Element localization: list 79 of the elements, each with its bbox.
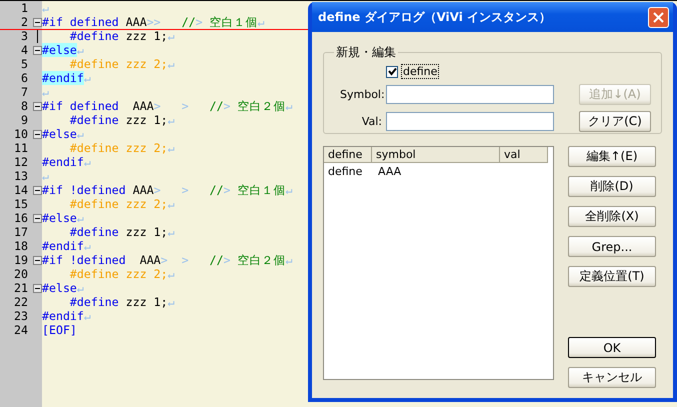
checkbox-label[interactable]: define — [402, 65, 438, 78]
column-header[interactable]: val — [500, 147, 548, 163]
line-number: 1 — [20, 1, 29, 15]
column-header[interactable]: define — [324, 147, 372, 163]
list-cell-text: define — [327, 165, 364, 178]
collapse-icon[interactable] — [32, 46, 42, 54]
line-number: 24 — [13, 323, 29, 337]
line-number: 16 — [13, 211, 29, 225]
line-number: 10 — [13, 127, 29, 141]
clear-button[interactable]: クリア(C) — [579, 111, 651, 132]
dialog-button[interactable]: キャンセル — [568, 367, 656, 388]
line-number: 19 — [13, 253, 29, 267]
code-line: ↵ — [42, 169, 49, 183]
line-number: 3 — [20, 29, 29, 43]
group-title: 新規・編集 — [335, 44, 397, 61]
code-line: #define zzz 2;↵ — [70, 197, 175, 211]
close-icon — [653, 12, 664, 22]
dialog-button[interactable]: 削除(D) — [568, 176, 656, 197]
code-line: #define zzz 1;↵ — [70, 225, 175, 239]
code-line: #if !defined AAA> > //> 空白２個↵ — [42, 253, 292, 267]
collapse-icon[interactable] — [32, 284, 42, 292]
line-number: 18 — [13, 239, 29, 253]
close-button[interactable] — [648, 6, 669, 28]
line-number: 21 — [13, 281, 29, 295]
code-line: #if defined AAA>> //> 空白１個↵ — [42, 15, 265, 29]
code-line: #if defined AAA> > //> 空白２個↵ — [42, 99, 292, 113]
code-line: ↵ — [42, 1, 49, 15]
line-number: 2 — [20, 15, 29, 29]
code-line: #endif↵ — [42, 155, 91, 169]
collapse-icon[interactable] — [32, 130, 42, 138]
code-line: #else↵ — [42, 281, 84, 295]
line-number: 14 — [13, 183, 29, 197]
code-line: #else↵ — [42, 43, 84, 57]
line-number: 7 — [20, 85, 29, 99]
field-label: Val: — [360, 115, 383, 128]
code-line: #endif↵ — [42, 71, 91, 85]
code-line: #define zzz 1;↵ — [70, 29, 175, 43]
input-field[interactable] — [386, 112, 554, 131]
line-number: 11 — [13, 141, 29, 155]
code-line: #endif↵ — [42, 239, 91, 253]
code-line: #else↵ — [42, 211, 84, 225]
line-number: 22 — [13, 295, 29, 309]
line-number: 20 — [13, 267, 29, 281]
line-number: 17 — [13, 225, 29, 239]
code-line: #define zzz 2;↵ — [70, 141, 175, 155]
dialog-button[interactable]: Grep... — [568, 236, 656, 257]
line-number: 4 — [20, 43, 29, 57]
collapse-icon[interactable] — [32, 214, 42, 222]
dialog-button[interactable]: 編集↑(E) — [568, 146, 656, 167]
line-number: 12 — [13, 155, 29, 169]
collapse-icon[interactable] — [32, 18, 42, 26]
line-number: 23 — [13, 309, 29, 323]
code-line: #else↵ — [42, 127, 84, 141]
code-line: #define zzz 2;↵ — [70, 57, 175, 71]
code-line: #define zzz 1;↵ — [70, 295, 175, 309]
collapse-icon[interactable] — [32, 186, 42, 194]
collapse-icon[interactable] — [32, 102, 42, 110]
checkbox[interactable] — [386, 66, 398, 78]
code-line: #if !defined AAA> > //> 空白１個↵ — [42, 183, 292, 197]
line-number: 15 — [13, 197, 29, 211]
dialog-button[interactable]: 定義位置(T) — [568, 266, 656, 287]
code-line: #define zzz 1;↵ — [70, 113, 175, 127]
collapse-icon[interactable] — [32, 256, 42, 264]
window-title: define ダイアログ（ViVi インスタンス） — [318, 8, 552, 26]
dialog-button[interactable]: 全削除(X) — [568, 206, 656, 227]
line-number: 5 — [20, 57, 29, 71]
line-number: 13 — [13, 169, 29, 183]
line-number: 9 — [20, 113, 29, 127]
dialog-button[interactable]: OK — [568, 337, 656, 358]
code-line: #define zzz 2;↵ — [70, 267, 175, 281]
line-number: 8 — [20, 99, 29, 113]
code-line: #endif↵ — [42, 309, 91, 323]
code-line: ↵ — [42, 85, 49, 99]
code-line: [EOF] — [42, 323, 77, 337]
input-field[interactable] — [386, 85, 554, 104]
column-header[interactable]: symbol — [372, 147, 500, 163]
field-label: Symbol: — [340, 88, 384, 101]
line-number: 6 — [20, 71, 29, 85]
list-cell-text: AAA — [377, 165, 402, 178]
